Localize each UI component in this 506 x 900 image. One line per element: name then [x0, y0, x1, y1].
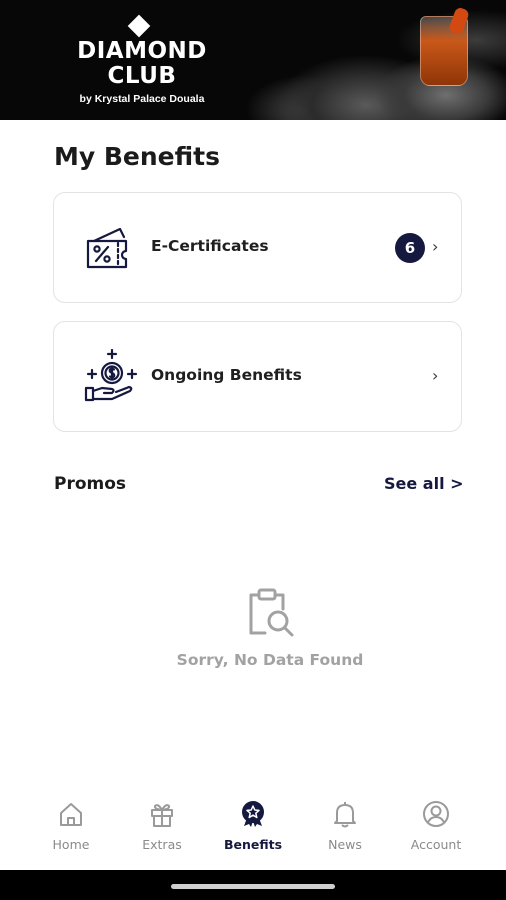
- nav-label-extras: Extras: [142, 837, 182, 852]
- chevron-right-icon: ›: [432, 366, 439, 385]
- logo-diamond-icon: [127, 14, 151, 38]
- nav-label-account: Account: [410, 837, 462, 852]
- bell-icon: [334, 802, 356, 828]
- award-badge-icon: [242, 801, 264, 827]
- see-all-promos-link[interactable]: See all >: [384, 474, 464, 493]
- nav-item-home[interactable]: Home: [26, 800, 116, 860]
- ecertificates-card[interactable]: E-Certificates 6 ›: [53, 192, 462, 303]
- ecertificates-count-badge: 6: [395, 233, 425, 263]
- logo-name-line2: CLUB: [107, 63, 177, 89]
- logo-subtitle: by Krystal Palace Douala: [79, 93, 205, 105]
- bottom-navigation: Home Extras Benefits News Account: [0, 790, 506, 870]
- nav-label-benefits: Benefits: [223, 837, 283, 852]
- ongoing-benefits-card[interactable]: Ongoing Benefits ›: [53, 321, 462, 432]
- nav-label-news: News: [328, 837, 362, 852]
- promos-heading: Promos: [54, 474, 127, 494]
- nav-item-benefits[interactable]: Benefits: [208, 800, 298, 860]
- page-title: My Benefits: [54, 142, 221, 171]
- home-icon: [60, 803, 82, 826]
- ongoing-benefits-label: Ongoing Benefits: [151, 366, 302, 384]
- user-circle-icon: [423, 801, 449, 827]
- header-banner: DIAMOND CLUB by Krystal Palace Douala: [0, 0, 506, 120]
- hand-coin-plus-icon: [84, 348, 138, 402]
- coupon-percent-icon: [86, 227, 128, 269]
- chevron-right-icon: ›: [432, 237, 439, 256]
- nav-label-home: Home: [52, 837, 90, 852]
- gift-icon: [151, 804, 173, 827]
- clipboard-search-icon: [249, 588, 294, 637]
- home-indicator[interactable]: [171, 884, 335, 889]
- system-navigation-bar: [0, 870, 506, 900]
- nav-item-news[interactable]: News: [300, 800, 390, 860]
- ecertificates-label: E-Certificates: [151, 237, 269, 255]
- nav-item-extras[interactable]: Extras: [117, 800, 207, 860]
- nav-item-account[interactable]: Account: [391, 800, 481, 860]
- logo-name-line1: DIAMOND: [77, 38, 207, 64]
- empty-state-message: Sorry, No Data Found: [176, 651, 364, 669]
